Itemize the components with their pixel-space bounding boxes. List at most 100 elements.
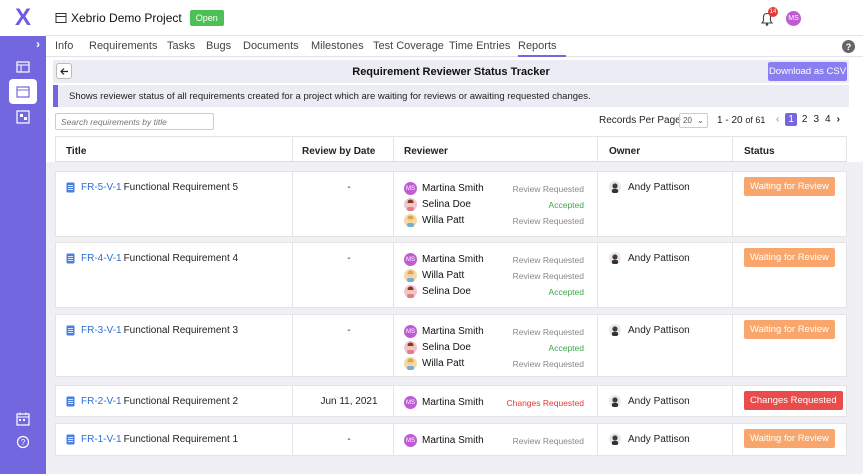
sidebar: X › ? <box>0 0 46 474</box>
reviewer-name: Willa Patt <box>422 270 465 281</box>
tab-test-coverage[interactable]: Test Coverage <box>373 40 444 52</box>
status-badge[interactable]: Changes Requested <box>744 391 843 410</box>
reviewer-entry: MS Martina Smith Review Requested <box>404 432 584 449</box>
owner-name: Andy Pattison <box>628 181 690 193</box>
reviewer-entry: MS Martina Smith Changes Requested <box>404 394 584 411</box>
records-per-page-value: 20 <box>683 116 692 125</box>
owner-avatar <box>609 324 621 336</box>
reviewer-entry: Willa Patt Review Requested <box>404 267 584 284</box>
owner: Andy Pattison <box>609 433 690 445</box>
review-by-date: Jun 11, 2021 <box>320 396 378 407</box>
tab-time-entries[interactable]: Time Entries <box>449 40 510 52</box>
reviewer-name: Selina Doe <box>422 199 471 210</box>
requirement-name: Functional Requirement 1 <box>123 434 239 445</box>
document-icon <box>66 396 75 407</box>
tab-requirements[interactable]: Requirements <box>89 40 157 52</box>
reviewer-avatar: MS <box>404 182 417 195</box>
requirement-name: Functional Requirement 3 <box>123 325 239 336</box>
requirement-id-link[interactable]: FR-3-V-1 <box>81 325 122 336</box>
tab-reports[interactable]: Reports <box>518 40 557 52</box>
page-2[interactable]: 2 <box>802 114 808 125</box>
requirement-name: Functional Requirement 4 <box>123 253 239 264</box>
reviewer-name: Selina Doe <box>422 286 471 297</box>
user-avatar[interactable]: MS <box>786 11 801 26</box>
reviewer-status: Review Requested <box>512 326 584 337</box>
header-owner[interactable]: Owner <box>609 146 640 157</box>
info-banner: Shows reviewer status of all requirement… <box>53 85 849 107</box>
review-by-date: - <box>347 253 351 264</box>
tab-milestones[interactable]: Milestones <box>311 40 364 52</box>
reviewer-avatar <box>404 341 417 354</box>
project-status-badge: Open <box>189 9 224 26</box>
status-badge[interactable]: Waiting for Review <box>744 320 835 339</box>
requirement-id-link[interactable]: FR-2-V-1 <box>81 396 122 407</box>
range-text: 1 - 20 <box>717 115 743 126</box>
records-per-page-select[interactable]: 20 ⌄ <box>679 113 708 128</box>
status-badge[interactable]: Waiting for Review <box>744 429 835 448</box>
owner-name: Andy Pattison <box>628 324 690 336</box>
review-by-date: - <box>347 325 351 336</box>
page-3[interactable]: 3 <box>813 114 819 125</box>
prev-page-icon[interactable]: ‹ <box>776 114 779 125</box>
logo-text: X <box>14 4 31 31</box>
top-bar: Xebrio Demo Project Open <box>46 0 863 36</box>
table-row: FR-3-V-1 Functional Requirement 3 - MS Marti… <box>55 314 847 377</box>
reviewer-avatar <box>404 198 417 211</box>
reviewer-avatar: MS <box>404 253 417 266</box>
requirement-name: Functional Requirement 2 <box>123 396 239 407</box>
report-header: Requirement Reviewer Status Tracker Down… <box>53 60 849 83</box>
help-center-icon[interactable]: ? <box>13 433 33 451</box>
projects-icon[interactable] <box>9 79 37 104</box>
reviewer-name: Selina Doe <box>422 342 471 353</box>
requirement-title: FR-5-V-1 Functional Requirement 5 <box>66 182 238 193</box>
reviewer-entry: Willa Patt Review Requested <box>404 355 584 372</box>
requirement-id-link[interactable]: FR-4-V-1 <box>81 253 122 264</box>
chevron-down-icon: ⌄ <box>697 116 704 125</box>
search-input[interactable] <box>55 113 214 130</box>
table-row: FR-1-V-1 Functional Requirement 1 - MS Marti… <box>55 423 847 456</box>
reports-icon[interactable] <box>13 108 33 126</box>
requirement-title: FR-2-V-1 Functional Requirement 2 <box>66 396 238 407</box>
app-logo[interactable]: X <box>0 0 46 36</box>
reviewer-status: Review Requested <box>512 435 584 446</box>
table-row: FR-5-V-1 Functional Requirement 5 - MS Marti… <box>55 171 847 237</box>
tab-tasks[interactable]: Tasks <box>167 40 195 52</box>
header-status[interactable]: Status <box>744 146 775 157</box>
document-icon <box>66 253 75 264</box>
download-csv-button[interactable]: Download as CSV <box>768 62 847 81</box>
reviewer-entry: MS Martina Smith Review Requested <box>404 180 584 197</box>
page-1[interactable]: 1 <box>785 113 797 126</box>
project-icon <box>55 12 67 23</box>
status-badge[interactable]: Waiting for Review <box>744 177 835 196</box>
requirement-title: FR-1-V-1 Functional Requirement 1 <box>66 434 238 445</box>
tab-info[interactable]: Info <box>55 40 73 52</box>
requirement-id-link[interactable]: FR-1-V-1 <box>81 434 122 445</box>
header-title[interactable]: Title <box>66 146 86 157</box>
header-review-by-date[interactable]: Review by Date <box>302 146 375 157</box>
status-badge[interactable]: Waiting for Review <box>744 248 835 267</box>
help-icon[interactable]: ? <box>842 40 855 53</box>
reviewer-avatar <box>404 285 417 298</box>
page-4[interactable]: 4 <box>825 114 831 125</box>
reviewer-status: Review Requested <box>512 254 584 265</box>
owner: Andy Pattison <box>609 252 690 264</box>
reviewer-avatar: MS <box>404 396 417 409</box>
tab-documents[interactable]: Documents <box>243 40 299 52</box>
project-tabs: Info Requirements Tasks Bugs Documents M… <box>46 37 863 57</box>
reviewer-entry: Willa Patt Review Requested <box>404 212 584 229</box>
reviewer-avatar <box>404 357 417 370</box>
reviewer-entry: MS Martina Smith Review Requested <box>404 323 584 340</box>
expand-sidebar-icon[interactable]: › <box>36 37 40 51</box>
reviewer-status: Review Requested <box>512 358 584 369</box>
requirement-id-link[interactable]: FR-5-V-1 <box>81 182 122 193</box>
requirement-title: FR-3-V-1 Functional Requirement 3 <box>66 325 238 336</box>
next-page-icon[interactable]: › <box>837 114 840 125</box>
calendar-icon[interactable] <box>13 410 33 428</box>
header-reviewer[interactable]: Reviewer <box>404 146 448 157</box>
active-tab-indicator <box>518 55 566 57</box>
owner-name: Andy Pattison <box>628 433 690 445</box>
reviewer-avatar <box>404 214 417 227</box>
dashboard-icon[interactable] <box>13 58 33 76</box>
owner-avatar <box>609 395 621 407</box>
tab-bugs[interactable]: Bugs <box>206 40 231 52</box>
